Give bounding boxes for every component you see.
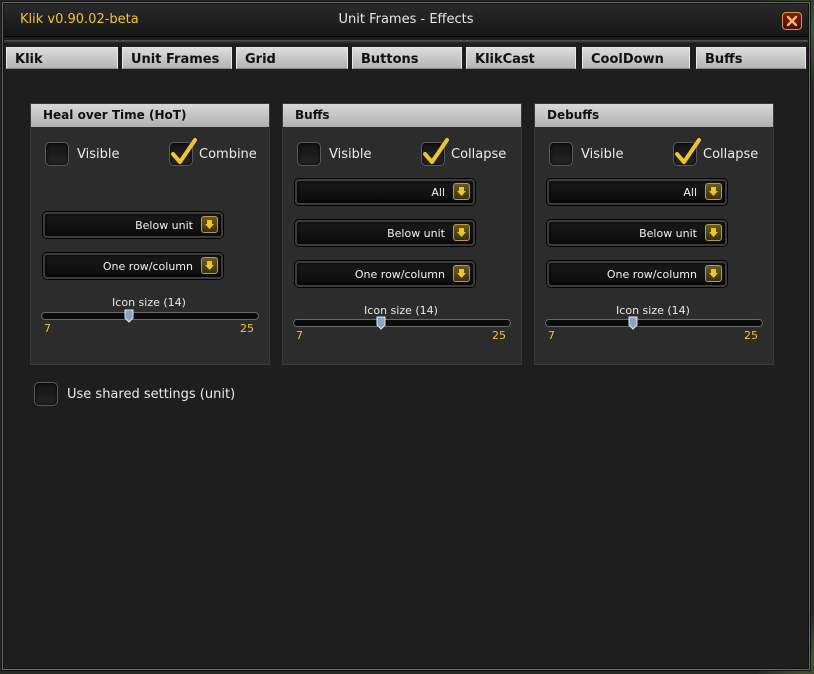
tab-buffs[interactable]: Buffs [696,47,806,69]
arrow-down-icon [709,187,718,196]
tab-unit-frames[interactable]: Unit Frames [122,47,232,69]
dropdown-value: Below unit [135,219,193,232]
collapse-label: Collapse [703,147,759,162]
slider-thumb[interactable] [124,309,134,323]
shared-settings-label: Use shared settings (unit) [67,387,236,402]
slider-min: 7 [548,329,555,342]
visible-label: Visible [329,147,372,162]
arrow-down-icon [457,228,466,237]
layout-dropdown[interactable]: One row/column [295,261,475,287]
dropdown-value: All [431,186,445,199]
slider-label: Icon size (14) [616,304,690,317]
panel-buffs: Buffs Visible Collapse All Below unit On… [282,103,522,365]
visible-checkbox[interactable] [297,142,321,166]
position-dropdown[interactable]: Below unit [547,220,727,246]
dropdown-value: Below unit [387,227,445,240]
slider-thumb[interactable] [628,316,638,330]
window-title: Unit Frames - Effects [338,12,474,27]
slider-min: 7 [44,322,51,335]
slider-label: Icon size (14) [364,304,438,317]
slider-label: Icon size (14) [112,296,186,309]
collapse-checkbox[interactable] [673,138,701,166]
checkmark-icon [423,138,449,164]
arrow-down-icon [709,228,718,237]
dropdown-button[interactable] [453,183,470,200]
icon-size-slider[interactable] [545,319,763,327]
position-dropdown[interactable]: Below unit [43,212,223,238]
checkmark-icon [675,138,701,164]
visible-label: Visible [581,147,624,162]
combine-checkbox[interactable] [169,138,197,166]
dropdown-button[interactable] [705,183,722,200]
slider-thumb[interactable] [376,316,386,330]
visible-checkbox[interactable] [45,142,69,166]
tab-buttons[interactable]: Buttons [352,47,462,69]
tab-grid[interactable]: Grid [236,47,348,69]
slider-max: 25 [240,322,254,335]
dropdown-value: Below unit [639,227,697,240]
panel-hot: Heal over Time (HoT) Visible Combine Bel… [30,103,270,365]
arrow-down-icon [205,220,214,229]
layout-dropdown[interactable]: One row/column [547,261,727,287]
dropdown-button[interactable] [453,265,470,282]
tab-cooldown[interactable]: CoolDown [582,47,690,69]
collapse-label: Collapse [451,147,507,162]
dropdown-button[interactable] [201,216,218,233]
slider-min: 7 [296,329,303,342]
dropdown-button[interactable] [705,224,722,241]
position-dropdown[interactable]: Below unit [295,220,475,246]
close-icon [786,15,798,27]
icon-size-slider[interactable] [293,319,511,327]
arrow-down-icon [205,261,214,270]
shared-settings-checkbox[interactable] [34,382,58,406]
panel-title: Heal over Time (HoT) [31,104,269,127]
icon-size-slider[interactable] [41,312,259,320]
title-separator [4,40,808,43]
dropdown-button[interactable] [453,224,470,241]
slider-max: 25 [744,329,758,342]
dropdown-value: One row/column [606,268,697,281]
collapse-checkbox[interactable] [421,138,449,166]
visible-checkbox[interactable] [549,142,573,166]
dropdown-button[interactable] [705,265,722,282]
dropdown-value: One row/column [102,260,193,273]
panel-debuffs: Debuffs Visible Collapse All Below unit … [534,103,774,365]
layout-dropdown[interactable]: One row/column [43,253,223,279]
panel-title: Buffs [283,104,521,127]
checkmark-icon [171,138,197,164]
panel-title: Debuffs [535,104,773,127]
slider-max: 25 [492,329,506,342]
dropdown-value: One row/column [354,268,445,281]
arrow-down-icon [457,269,466,278]
combine-label: Combine [199,147,257,162]
tab-klikcast[interactable]: KlikCast [466,47,576,69]
filter-dropdown[interactable]: All [295,179,475,205]
close-button[interactable] [782,12,802,30]
dropdown-button[interactable] [201,257,218,274]
arrow-down-icon [457,187,466,196]
title-bar[interactable]: Klik v0.90.02-beta Unit Frames - Effects [4,4,808,37]
tab-klik[interactable]: Klik [6,47,118,69]
visible-label: Visible [77,147,120,162]
dropdown-value: All [683,186,697,199]
filter-dropdown[interactable]: All [547,179,727,205]
arrow-down-icon [709,269,718,278]
